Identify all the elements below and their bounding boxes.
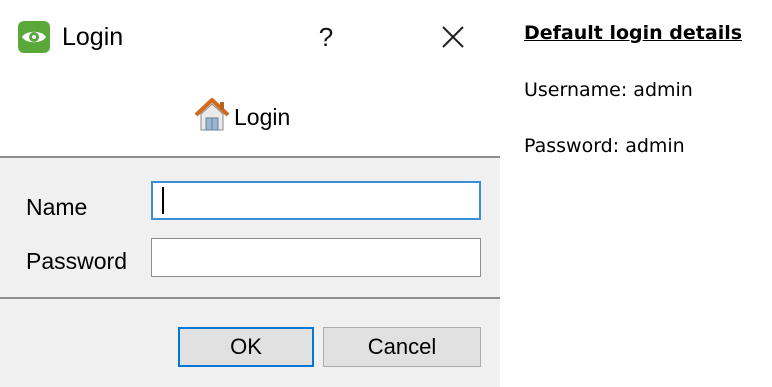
window-title: Login bbox=[62, 23, 124, 51]
login-form: Name Password bbox=[0, 158, 500, 297]
cancel-button[interactable]: Cancel bbox=[323, 327, 481, 367]
password-input[interactable] bbox=[151, 238, 481, 277]
notes-heading: Default login details bbox=[524, 22, 743, 44]
close-button[interactable] bbox=[430, 18, 474, 56]
divider bbox=[0, 297, 500, 299]
eye-icon bbox=[18, 21, 50, 53]
ok-button[interactable]: OK bbox=[178, 327, 314, 367]
login-dialog: Login ? Login Name Password OK Cancel bbox=[0, 0, 500, 387]
text-caret bbox=[162, 187, 164, 214]
house-icon bbox=[193, 96, 231, 134]
dialog-header: Login bbox=[0, 78, 500, 156]
header-title: Login bbox=[234, 104, 291, 130]
password-label: Password bbox=[26, 248, 127, 274]
close-icon bbox=[430, 26, 474, 60]
title-bar: Login ? bbox=[0, 0, 500, 78]
password-note: Password: admin bbox=[524, 135, 685, 157]
name-label: Name bbox=[26, 194, 88, 220]
username-note: Username: admin bbox=[524, 79, 693, 101]
question-icon: ? bbox=[318, 22, 334, 52]
help-button[interactable]: ? bbox=[304, 18, 348, 56]
name-input[interactable] bbox=[151, 181, 481, 220]
